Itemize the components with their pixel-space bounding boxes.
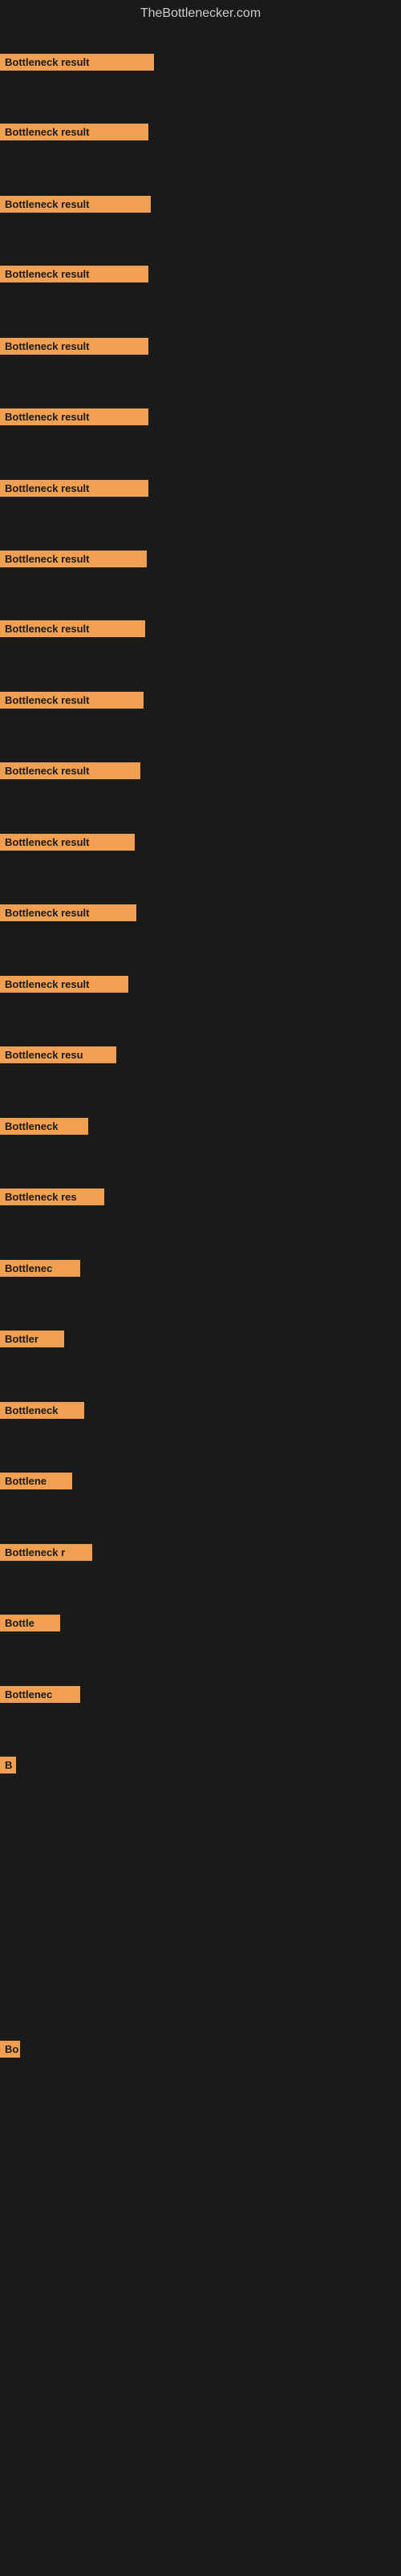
bottleneck-bar: Bottleneck result xyxy=(0,338,148,355)
bottleneck-bar: Bottleneck result xyxy=(0,904,136,921)
bottleneck-bar: Bottleneck resu xyxy=(0,1046,116,1063)
bottleneck-bar: Bottleneck result xyxy=(0,196,151,213)
bottleneck-bar: Bottleneck result xyxy=(0,480,148,497)
bottleneck-bar: Bottleneck result xyxy=(0,692,144,709)
bottleneck-bar: Bottlenec xyxy=(0,1686,80,1703)
bottleneck-bar: Bottleneck xyxy=(0,1402,84,1419)
bottleneck-bar: Bottleneck r xyxy=(0,1544,92,1561)
bottleneck-bar: Bottler xyxy=(0,1331,64,1347)
bottleneck-bar: Bottleneck result xyxy=(0,408,148,425)
bottleneck-bar: Bottleneck xyxy=(0,1118,88,1135)
bottleneck-bar: Bottleneck result xyxy=(0,124,148,140)
bottleneck-bar: Bottleneck result xyxy=(0,551,147,567)
bottleneck-bar: Bottleneck result xyxy=(0,834,135,851)
bottleneck-bar: B xyxy=(0,1757,16,1774)
site-title: TheBottlenecker.com xyxy=(0,0,401,24)
bottleneck-bar: Bottleneck res xyxy=(0,1188,104,1205)
bottleneck-bar: Bottleneck result xyxy=(0,762,140,779)
bottleneck-bar: Bottlene xyxy=(0,1473,72,1489)
bottleneck-bar: Bottleneck result xyxy=(0,620,145,637)
bottleneck-bar: Bottleneck result xyxy=(0,266,148,282)
bottleneck-bar: Bo xyxy=(0,2041,20,2058)
bottleneck-bar: Bottle xyxy=(0,1615,60,1631)
bottleneck-bar: Bottleneck result xyxy=(0,976,128,993)
bottleneck-bar: Bottlenec xyxy=(0,1260,80,1277)
bottleneck-bar: Bottleneck result xyxy=(0,54,154,71)
